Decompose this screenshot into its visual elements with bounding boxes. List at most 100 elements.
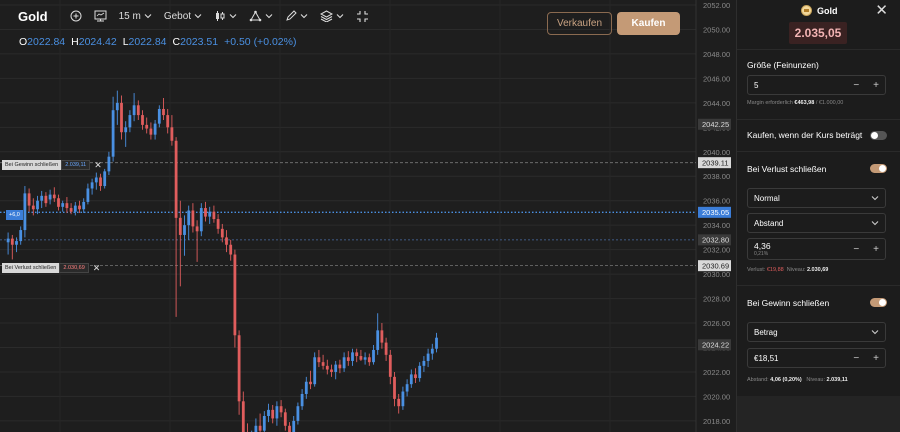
price-type-select[interactable]: Gebot (160, 5, 206, 27)
ohlc-open: O2022.84 (19, 36, 66, 48)
buy-at-section: Kaufen, wenn der Kurs beträgt (737, 120, 900, 152)
stop-loss-info: Verlust: €19,88 Niveau: 2.030,69 (747, 267, 829, 273)
candle-body (309, 381, 312, 385)
add-indicator-button[interactable] (66, 5, 86, 27)
buy-at-toggle[interactable] (870, 131, 887, 140)
y-tick-label: 2048.00 (703, 50, 730, 59)
candle-body (338, 364, 342, 369)
sell-button[interactable]: Verkaufen (547, 12, 612, 35)
current-price: 2.035,05 (789, 22, 847, 44)
y-tick-label: 2052.00 (703, 1, 730, 10)
candle-body (409, 374, 413, 385)
take-profit-toggle[interactable] (870, 298, 887, 307)
take-profit-line-tag[interactable]: Bei Gewinn schließen 2.039,11 ✕ (2, 160, 106, 170)
fullscreen-button[interactable] (352, 5, 373, 27)
candle-body (120, 102, 123, 133)
position-line-tag[interactable]: +6,0 (6, 210, 23, 220)
price-label-text: 2024.22 (702, 341, 729, 350)
layers-icon (320, 10, 334, 22)
candle-body (363, 357, 367, 360)
close-icon[interactable]: ✕ (90, 160, 106, 171)
chart-toolbar: Gold 15 m Gebot (0, 0, 400, 32)
ohlc-close: C2023.51 (172, 36, 219, 48)
layers-select[interactable] (316, 5, 348, 27)
chevron-down-icon (229, 14, 237, 19)
asset-name: Gold (817, 5, 838, 16)
size-value[interactable]: 5 (754, 81, 853, 90)
stop-loss-section: Bei Verlust schließen Normal Abstand 4,3… (737, 152, 900, 286)
ohlc-change: +0.50 (+0.02%) (224, 36, 297, 48)
take-profit-type-select[interactable]: Betrag (747, 322, 886, 342)
candle-style-select[interactable] (210, 5, 241, 27)
candle-body (162, 108, 165, 116)
close-icon[interactable]: ✕ (875, 3, 888, 18)
pencil-icon (286, 10, 297, 21)
chart-area[interactable]: 2052.00 2050.00 2048.00 2046.00 2044.00 2042.… (0, 0, 736, 432)
candle-body (334, 364, 338, 372)
stop-loss-decrease-button[interactable]: − (853, 244, 859, 255)
drawing-tools-select[interactable] (245, 5, 277, 27)
y-tick-label: 2028.00 (703, 295, 730, 304)
candle-body (99, 177, 102, 187)
stop-loss-distance-stepper[interactable]: 4,36 0,21% − + (747, 238, 886, 260)
candlestick-icon (216, 11, 225, 21)
candle-body (304, 381, 308, 394)
plus-circle-icon (70, 10, 82, 22)
stop-loss-type-select[interactable]: Abstand (747, 213, 886, 233)
candle-body (418, 365, 422, 379)
size-stepper[interactable]: 5 − + (747, 75, 886, 95)
take-profit-amount-stepper[interactable]: €18,51 − + (747, 348, 886, 368)
close-icon[interactable]: ✕ (89, 263, 105, 274)
size-increase-button[interactable]: + (873, 80, 879, 91)
candle-body (48, 194, 52, 200)
timeframe-select[interactable]: 15 m (115, 5, 156, 27)
stop-loss-distance-value[interactable]: 4,36 (754, 241, 853, 251)
order-panel-header: Gold ✕ 2.035,05 (737, 0, 900, 50)
ohlc-readout: O2022.84 H2024.42 L2022.84 C2023.51 +0.5… (19, 36, 296, 48)
candle-body (136, 105, 140, 116)
stop-loss-increase-button[interactable]: + (873, 244, 879, 255)
candle-body (183, 225, 186, 235)
candle-body (422, 360, 426, 366)
candle-body (405, 384, 409, 392)
size-label: Größe (Feinunzen) (747, 60, 819, 70)
candle-body (199, 208, 203, 232)
candle-body (6, 238, 10, 243)
candle-body (65, 203, 69, 209)
candle-body (61, 203, 65, 207)
draw-pen-select[interactable] (281, 5, 312, 27)
take-profit-tag-label: Bei Gewinn schließen (2, 160, 62, 170)
buy-button[interactable]: Kaufen (617, 12, 680, 35)
order-panel: Gold ✕ 2.035,05 Größe (Feinunzen) 5 − + … (736, 0, 900, 432)
stop-loss-type-value: Abstand (754, 218, 784, 228)
candle-body (317, 357, 321, 363)
take-profit-amount-value[interactable]: €18,51 (754, 354, 853, 363)
candle-body (351, 352, 354, 361)
y-tick-label: 2046.00 (703, 74, 730, 83)
chevron-down-icon (265, 14, 273, 19)
candlestick-chart[interactable]: 2052.00 2050.00 2048.00 2046.00 2044.00 2042.… (0, 0, 736, 432)
stop-loss-mode-select[interactable]: Normal (747, 188, 886, 208)
y-tick-label: 2040.00 (703, 148, 730, 157)
candle-body (359, 356, 363, 360)
triangle-nodes-icon (249, 10, 262, 22)
chart-type-button[interactable] (90, 5, 111, 27)
candle-body (19, 230, 23, 242)
y-tick-label: 2044.00 (703, 99, 730, 108)
take-profit-decrease-button[interactable]: − (853, 353, 859, 364)
size-decrease-button[interactable]: − (853, 80, 859, 91)
price-label-text: 2032.80 (702, 236, 729, 245)
candle-body (220, 228, 224, 238)
stop-loss-line-tag[interactable]: Bei Verlust schließen 2.030,69 ✕ (2, 263, 104, 273)
chevron-down-icon (194, 14, 202, 19)
candle-body (149, 128, 153, 135)
candle-body (330, 369, 333, 372)
take-profit-increase-button[interactable]: + (873, 353, 879, 364)
candle-body (44, 195, 48, 204)
candle-body (128, 115, 132, 128)
candle-body (384, 342, 388, 355)
asset-label: Gold (801, 5, 838, 16)
candle-body (204, 208, 207, 217)
stop-loss-toggle[interactable] (870, 164, 887, 173)
candle-body (229, 244, 233, 255)
